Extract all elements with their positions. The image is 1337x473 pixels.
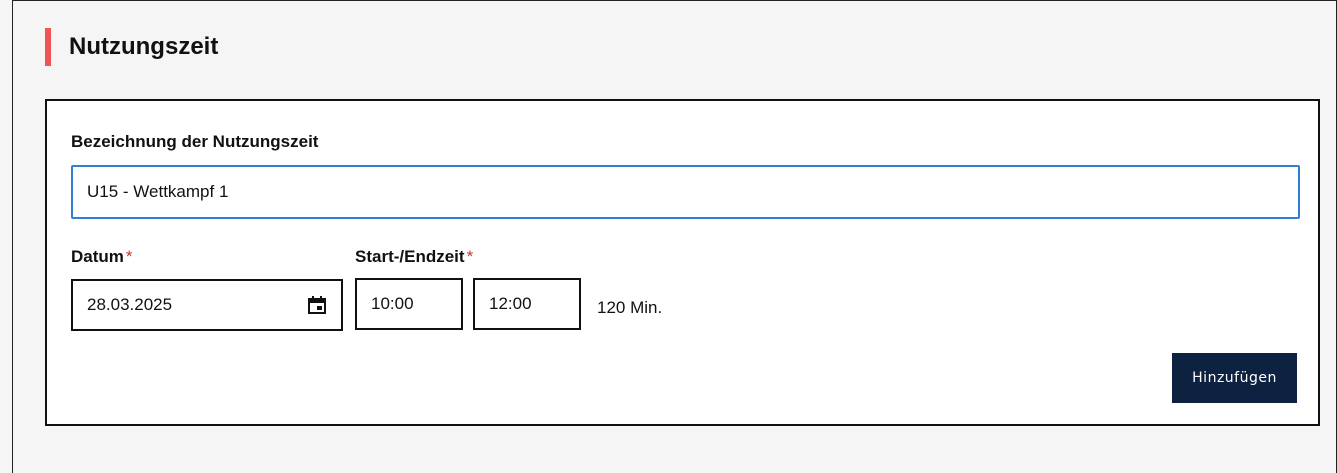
name-label: Bezeichnung der Nutzungszeit <box>71 132 318 152</box>
required-marker: * <box>466 247 474 266</box>
usage-time-card: Bezeichnung der Nutzungszeit Datum* Star… <box>45 99 1320 426</box>
section-accent-bar <box>45 28 51 66</box>
end-time-input[interactable]: 12:00 <box>473 278 581 330</box>
section-header: Nutzungszeit <box>45 27 218 67</box>
start-time-value: 10:00 <box>371 294 414 313</box>
date-field[interactable]: 28.03.2025 <box>71 279 343 331</box>
end-time-value: 12:00 <box>489 294 532 313</box>
add-button[interactable]: Hinzufügen <box>1172 353 1297 403</box>
section-title: Nutzungszeit <box>69 33 219 60</box>
time-label: Start-/Endzeit * <box>355 247 473 267</box>
name-label-text: Bezeichnung der Nutzungszeit <box>71 132 319 151</box>
time-label-text: Start-/Endzeit <box>355 247 465 266</box>
duration-text: 120 Min. <box>597 298 663 317</box>
date-label: Datum * <box>71 247 133 267</box>
calendar-icon[interactable] <box>307 295 327 315</box>
date-label-text: Datum <box>71 247 124 266</box>
date-value: 28.03.2025 <box>87 295 173 314</box>
start-time-input[interactable]: 10:00 <box>355 278 463 330</box>
required-marker: * <box>125 247 133 266</box>
usage-name-input[interactable] <box>71 165 1300 219</box>
